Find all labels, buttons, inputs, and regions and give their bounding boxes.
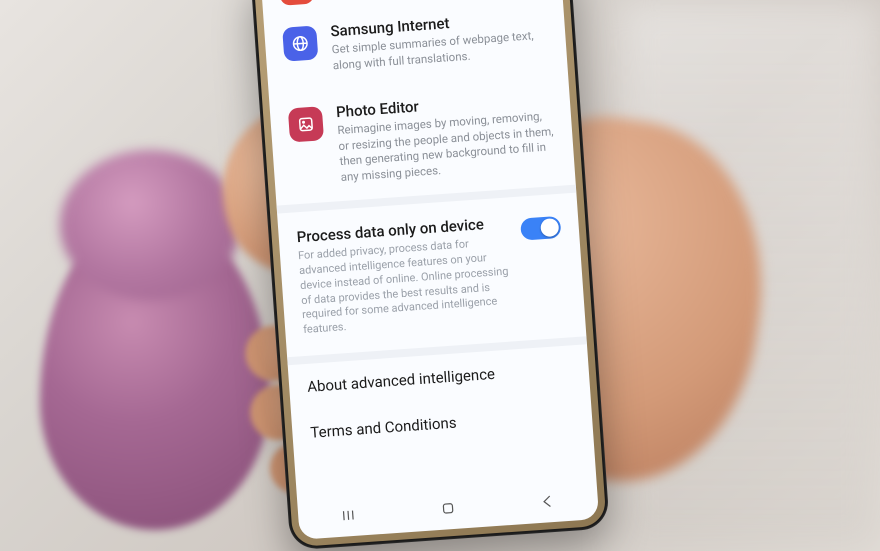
process-on-device-row[interactable]: Process data only on device For added pr… xyxy=(295,194,568,356)
toggle-desc: For added privacy, process data for adva… xyxy=(298,234,518,338)
photo-editor-icon xyxy=(288,106,324,142)
recents-button[interactable] xyxy=(336,503,362,529)
samsung-internet-icon xyxy=(282,25,318,61)
home-button[interactable] xyxy=(435,496,461,522)
back-button[interactable] xyxy=(535,489,561,515)
notes-app-icon xyxy=(279,0,314,6)
process-on-device-toggle[interactable] xyxy=(520,216,561,241)
list-item[interactable]: Photo Editor Reimagine images by moving,… xyxy=(287,74,558,204)
list-item-desc: Reimagine images by moving, removing, or… xyxy=(337,108,557,185)
phone-frame: Samsung Internet Get simple summaries of… xyxy=(250,0,610,550)
settings-list: Samsung Internet Get simple summaries of… xyxy=(261,0,596,498)
phone-screen: Samsung Internet Get simple summaries of… xyxy=(261,0,599,540)
